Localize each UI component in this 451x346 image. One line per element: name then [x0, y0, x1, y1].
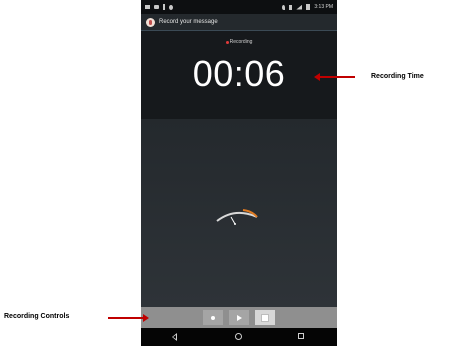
- status-bar: 3:13 PM: [141, 0, 337, 14]
- recents-icon[interactable]: [298, 333, 304, 339]
- recording-controls-label: Recording Controls: [4, 313, 70, 320]
- recording-time-label: Recording Time: [371, 73, 424, 80]
- download-icon: [163, 4, 165, 10]
- wifi-icon: [296, 4, 303, 10]
- recording-controls-arrow: [108, 314, 149, 322]
- back-icon[interactable]: [171, 333, 177, 341]
- recording-status: Recording: [141, 39, 337, 45]
- level-meter-icon: [216, 209, 258, 225]
- battery-icon: [306, 4, 311, 10]
- recorder-body: [141, 119, 337, 307]
- record-button[interactable]: [203, 310, 223, 325]
- recording-dot-icon: [225, 40, 229, 44]
- recording-time-arrow: [314, 73, 355, 81]
- recording-time: 00:06: [192, 53, 286, 94]
- title-bar: Record your message: [141, 14, 337, 31]
- status-bar-left: [145, 4, 173, 10]
- stop-button[interactable]: [255, 310, 275, 325]
- timer-area: Recording 00:06: [141, 31, 337, 119]
- home-icon[interactable]: [235, 333, 242, 340]
- phone-screen: 3:13 PM Record your message Recording 00…: [141, 0, 337, 346]
- page-title: Record your message: [159, 19, 218, 25]
- signal-icon: [154, 5, 159, 9]
- recorder-app-icon[interactable]: [146, 17, 155, 27]
- recording-status-label: Recording: [229, 39, 253, 45]
- sync-icon: [169, 4, 173, 10]
- recording-controls: [141, 307, 337, 328]
- bluetooth-icon: [289, 4, 293, 10]
- play-button[interactable]: [229, 310, 249, 325]
- navigation-bar: [141, 328, 337, 346]
- status-bar-time: 3:13 PM: [314, 4, 333, 10]
- location-icon: [282, 4, 286, 10]
- status-bar-right: 3:13 PM: [282, 4, 333, 10]
- canvas: 3:13 PM Record your message Recording 00…: [0, 0, 451, 346]
- notification-icon: [145, 5, 150, 9]
